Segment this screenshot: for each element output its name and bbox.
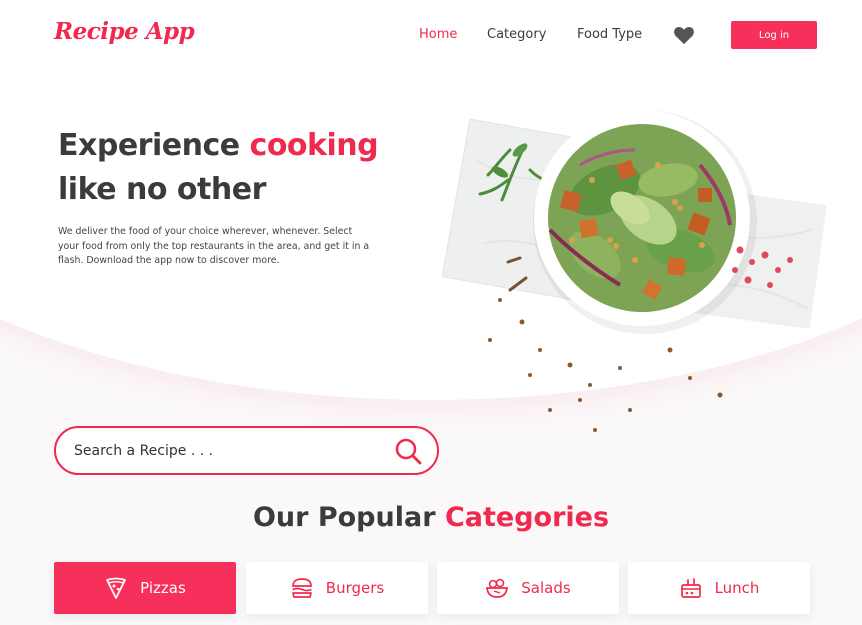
category-label: Salads xyxy=(521,579,571,597)
category-lunch[interactable]: Lunch xyxy=(628,562,810,614)
pizza-icon xyxy=(106,577,127,599)
category-burgers[interactable]: Burgers xyxy=(246,562,428,614)
hero-title: Experience cooking like no other xyxy=(58,124,379,212)
search-bar[interactable] xyxy=(54,426,439,475)
salad-icon xyxy=(486,578,509,598)
category-label: Pizzas xyxy=(140,579,186,597)
burger-icon xyxy=(291,578,312,598)
hero-title-accent: cooking xyxy=(249,128,379,163)
categories-heading-part1: Our Popular xyxy=(252,502,436,533)
lunch-icon xyxy=(680,578,701,598)
hero-description: We deliver the food of your choice where… xyxy=(58,226,370,267)
category-label: Lunch xyxy=(714,579,760,597)
login-button[interactable]: Log in xyxy=(731,21,817,49)
search-icon[interactable] xyxy=(394,437,422,465)
category-pizzas[interactable]: Pizzas xyxy=(54,562,236,614)
nav-category[interactable]: Category xyxy=(487,27,546,42)
categories-heading-accent: Categories xyxy=(444,502,610,533)
heart-icon[interactable] xyxy=(673,25,695,45)
category-salads[interactable]: Salads xyxy=(437,562,619,614)
categories-heading: Our Popular Categories xyxy=(0,502,862,533)
hero-title-part1: Experience xyxy=(58,128,240,163)
app-logo[interactable]: Recipe App xyxy=(54,18,195,45)
category-label: Burgers xyxy=(325,579,385,597)
hero-title-line2: like no other xyxy=(58,172,266,207)
search-input[interactable] xyxy=(72,439,376,463)
nav-home[interactable]: Home xyxy=(419,27,457,42)
salad-bowl-illustration xyxy=(441,110,827,432)
nav-food-type[interactable]: Food Type xyxy=(577,27,642,42)
